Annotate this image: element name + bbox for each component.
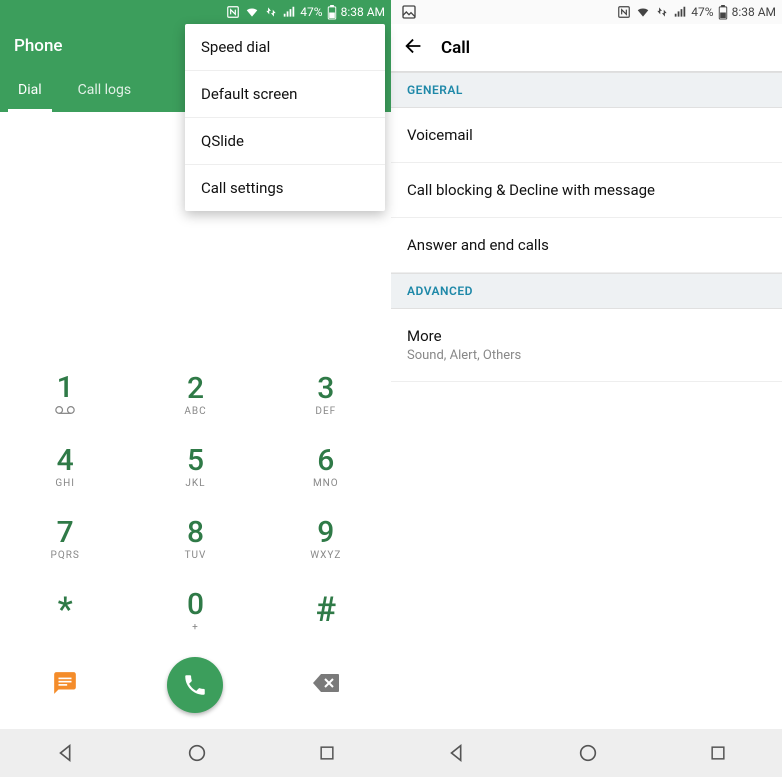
nav-back[interactable] — [55, 742, 77, 764]
nfc-icon — [226, 5, 240, 19]
tab-dial[interactable]: Dial — [0, 68, 60, 112]
key-0[interactable]: 0+ — [130, 575, 260, 647]
clock: 8:38 AM — [341, 5, 385, 19]
wifi-icon — [635, 5, 651, 19]
battery-percent: 47% — [300, 5, 322, 19]
call-settings-screen: 47% 8:38 AM Call GENERAL Voicemail Call … — [391, 0, 782, 777]
setting-call-blocking[interactable]: Call blocking & Decline with message — [391, 163, 782, 218]
menu-default-screen[interactable]: Default screen — [185, 71, 385, 118]
section-general: GENERAL — [391, 72, 782, 108]
menu-speed-dial[interactable]: Speed dial — [185, 24, 385, 71]
setting-more[interactable]: More Sound, Alert, Others — [391, 309, 782, 382]
phone-app-screen: 47% 8:38 AM Phone Dial Call logs Speed d… — [0, 0, 391, 777]
setting-more-subtitle: Sound, Alert, Others — [407, 348, 766, 363]
section-advanced: ADVANCED — [391, 273, 782, 309]
settings-header: Call — [391, 24, 782, 72]
nav-recents[interactable] — [708, 743, 728, 763]
wifi-icon — [244, 5, 260, 19]
clock: 8:38 AM — [732, 5, 776, 19]
key-1[interactable]: 1 — [0, 359, 130, 431]
setting-answer-end[interactable]: Answer and end calls — [391, 218, 782, 273]
key-7[interactable]: 7PQRS — [0, 503, 130, 575]
status-bar: 47% 8:38 AM — [0, 0, 391, 24]
menu-call-settings[interactable]: Call settings — [185, 165, 385, 211]
setting-more-title: More — [407, 327, 442, 345]
nav-home[interactable] — [186, 742, 208, 764]
battery-icon — [327, 5, 337, 20]
key-star[interactable]: * — [0, 575, 130, 647]
tab-call-logs[interactable]: Call logs — [60, 68, 149, 112]
voicemail-icon — [55, 405, 75, 418]
data-icon — [655, 5, 669, 19]
signal-icon — [673, 5, 687, 19]
back-arrow-icon[interactable] — [403, 35, 425, 61]
nav-back[interactable] — [446, 742, 468, 764]
data-icon — [264, 5, 278, 19]
battery-percent: 47% — [691, 5, 713, 19]
key-5[interactable]: 5JKL — [130, 431, 260, 503]
setting-voicemail[interactable]: Voicemail — [391, 108, 782, 163]
key-8[interactable]: 8TUV — [130, 503, 260, 575]
nav-home[interactable] — [577, 742, 599, 764]
key-6[interactable]: 6MNO — [261, 431, 391, 503]
key-9[interactable]: 9WXYZ — [261, 503, 391, 575]
signal-icon — [282, 5, 296, 19]
overflow-menu: Speed dial Default screen QSlide Call se… — [185, 24, 385, 211]
nav-recents[interactable] — [317, 743, 337, 763]
sms-icon[interactable] — [52, 670, 78, 700]
backspace-icon[interactable] — [311, 672, 341, 698]
menu-qslide[interactable]: QSlide — [185, 118, 385, 165]
page-title: Call — [441, 38, 470, 58]
nav-bar — [391, 729, 782, 777]
battery-icon — [718, 5, 728, 20]
call-button[interactable] — [167, 657, 223, 713]
key-2[interactable]: 2ABC — [130, 359, 260, 431]
nav-bar — [0, 729, 391, 777]
dialpad: 1 2ABC 3DEF 4GHI 5JKL 6MNO 7PQRS 8TUV 9W… — [0, 359, 391, 647]
image-notification-icon — [401, 4, 417, 20]
nfc-icon — [617, 5, 631, 19]
key-3[interactable]: 3DEF — [261, 359, 391, 431]
key-hash[interactable]: # — [261, 575, 391, 647]
status-bar: 47% 8:38 AM — [391, 0, 782, 24]
key-4[interactable]: 4GHI — [0, 431, 130, 503]
